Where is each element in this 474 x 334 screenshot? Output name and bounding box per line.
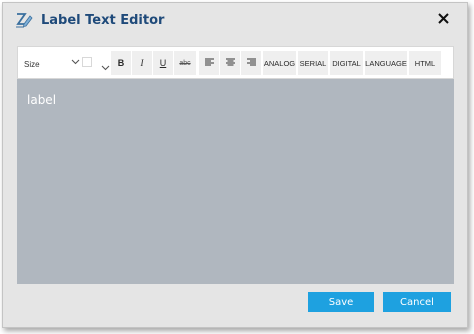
align-right-icon — [246, 58, 256, 68]
language-button[interactable]: LANGUAGE — [365, 51, 407, 75]
chevron-down-icon — [71, 58, 80, 67]
editor-content: label — [27, 93, 57, 107]
align-right-button[interactable] — [241, 51, 261, 75]
close-icon — [437, 11, 449, 29]
cancel-button[interactable]: Cancel — [383, 292, 451, 312]
label-text-editor-area[interactable]: label — [17, 79, 454, 284]
text-edit-icon — [15, 11, 33, 29]
align-center-icon — [225, 58, 235, 68]
align-left-button[interactable] — [199, 51, 219, 75]
color-swatch — [82, 57, 92, 67]
digital-button[interactable]: DIGITAL — [330, 51, 363, 75]
close-button[interactable] — [435, 12, 451, 28]
chevron-down-icon — [101, 58, 110, 76]
underline-button[interactable]: U — [153, 51, 173, 75]
bold-button[interactable]: B — [111, 51, 131, 75]
font-size-value: Size — [24, 59, 40, 69]
dialog-title: Label Text Editor — [41, 13, 165, 28]
font-size-select[interactable]: Size — [24, 56, 80, 72]
label-text-editor-dialog: Label Text Editor Size B I U abc ANALOG … — [2, 2, 468, 328]
save-button[interactable]: Save — [308, 292, 374, 312]
html-button[interactable]: HTML — [409, 51, 441, 75]
align-center-button[interactable] — [220, 51, 240, 75]
formatting-toolbar: Size B I U abc ANALOG SERIAL DIGITAL LAN… — [17, 46, 454, 79]
font-color-select[interactable] — [82, 56, 110, 72]
strikethrough-button[interactable]: abc — [174, 51, 196, 75]
align-left-icon — [204, 58, 214, 68]
analog-button[interactable]: ANALOG — [263, 51, 296, 75]
serial-button[interactable]: SERIAL — [298, 51, 328, 75]
italic-button[interactable]: I — [132, 51, 152, 75]
